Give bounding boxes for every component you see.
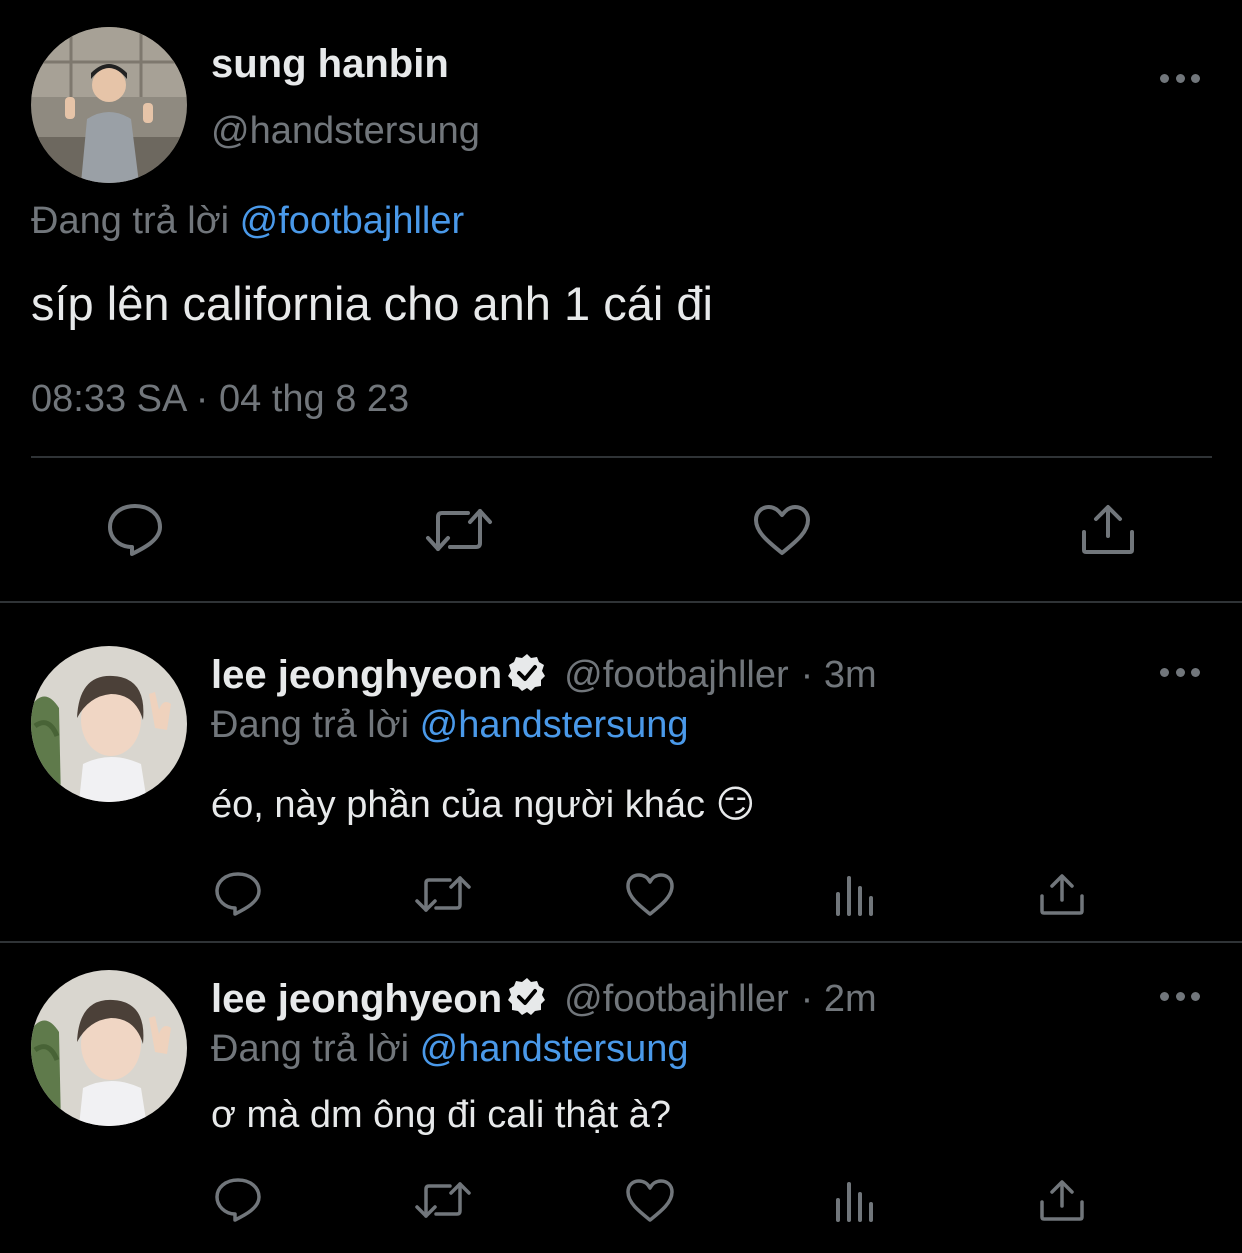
replying-to-line: Đang trả lời @footbajhller — [31, 200, 464, 243]
reply-handle[interactable]: @footbajhller — [564, 978, 788, 1021]
replying-prefix: Đang trả lời — [211, 1028, 410, 1070]
replying-to-line: Đang trả lời @handstersung — [211, 1028, 689, 1071]
reply-avatar[interactable] — [31, 646, 187, 802]
replying-to-line: Đang trả lời @handstersung — [211, 704, 689, 747]
reply-handle[interactable]: @footbajhller — [564, 654, 788, 697]
verified-badge-icon — [506, 652, 548, 699]
divider — [0, 941, 1242, 943]
more-options-icon[interactable] — [1160, 72, 1200, 84]
retweet-icon[interactable] — [424, 505, 494, 555]
tweet-timestamp[interactable]: 08:33 SA · 04 thg 8 23 — [31, 378, 409, 421]
share-icon[interactable] — [1039, 872, 1085, 916]
retweet-icon[interactable] — [414, 1179, 472, 1221]
replying-prefix: Đang trả lời — [31, 200, 230, 242]
reply-icon[interactable] — [106, 502, 164, 558]
divider — [0, 601, 1242, 603]
more-options-icon[interactable] — [1160, 990, 1200, 1002]
divider — [31, 456, 1212, 458]
share-icon[interactable] — [1080, 502, 1136, 556]
reply-icon[interactable] — [214, 871, 262, 917]
replying-to-mention[interactable]: @footbajhller — [240, 200, 464, 242]
reply-text: ơ mà dm ông đi cali thật à? — [211, 1094, 672, 1136]
tweet-text: síp lên california cho anh 1 cái đi — [31, 277, 713, 330]
author-avatar[interactable] — [31, 27, 187, 183]
reply-header: lee jeonghyeon @footbajhller · 2m — [211, 976, 877, 1023]
reply-time[interactable]: · 2m — [801, 978, 877, 1021]
author-handle[interactable]: @handstersung — [211, 110, 480, 153]
replying-prefix: Đang trả lời — [211, 704, 410, 746]
like-icon[interactable] — [752, 503, 812, 557]
verified-badge-icon — [506, 976, 548, 1023]
replying-to-mention[interactable]: @handstersung — [420, 1028, 689, 1070]
retweet-icon[interactable] — [414, 873, 472, 915]
analytics-icon[interactable] — [834, 874, 878, 916]
author-display-name[interactable]: sung hanbin — [211, 42, 449, 87]
reply-display-name[interactable]: lee jeonghyeon — [211, 977, 502, 1022]
like-icon[interactable] — [625, 1178, 675, 1224]
like-icon[interactable] — [625, 872, 675, 918]
reply-avatar[interactable] — [31, 970, 187, 1126]
share-icon[interactable] — [1039, 1178, 1085, 1222]
reply-time[interactable]: · 3m — [801, 654, 877, 697]
reply-header: lee jeonghyeon @footbajhller · 3m — [211, 652, 877, 699]
reply-display-name[interactable]: lee jeonghyeon — [211, 653, 502, 698]
analytics-icon[interactable] — [834, 1180, 878, 1222]
reply-icon[interactable] — [214, 1177, 262, 1223]
replying-to-mention[interactable]: @handstersung — [420, 704, 689, 746]
more-options-icon[interactable] — [1160, 666, 1200, 678]
reply-text: éo, này phần của người khác 😏 — [211, 784, 756, 826]
